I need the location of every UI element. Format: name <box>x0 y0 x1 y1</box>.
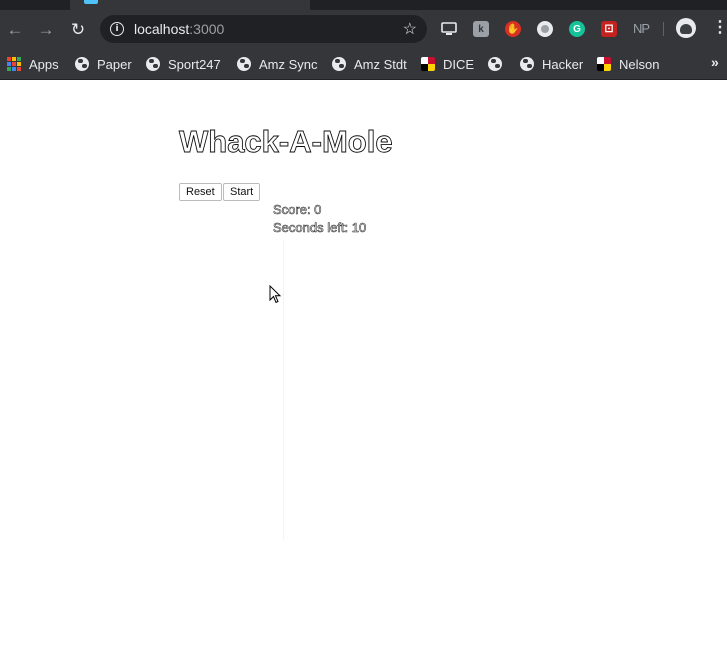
dice-extension-icon[interactable]: ⚀ <box>601 21 617 37</box>
globe-icon <box>75 57 89 71</box>
divider <box>283 240 284 540</box>
toolbar-separator <box>663 22 664 36</box>
stop-hand-extension-icon[interactable]: ✋ <box>505 21 521 37</box>
maryland-flag-icon <box>421 57 435 71</box>
seconds-left-display: Seconds left: 10 <box>273 220 367 236</box>
record-extension-icon[interactable] <box>537 21 553 37</box>
bookmark-label: Apps <box>29 56 59 72</box>
address-bar[interactable]: i localhost:3000 ☆ <box>100 15 427 43</box>
url-host: localhost <box>134 21 190 37</box>
grammarly-extension-icon[interactable]: G <box>569 21 585 37</box>
bookmark-label: Amz Sync <box>259 56 318 72</box>
bookmark-label: Sport247 <box>168 56 221 72</box>
tab-strip <box>0 0 727 10</box>
back-arrow-icon[interactable]: ← <box>4 18 26 40</box>
page-content: Whack-A-Mole Reset Start Score: 0 Second… <box>0 80 727 648</box>
bookmark-label: Hacker <box>542 56 584 72</box>
bookmark-label: Amz Stdt <box>354 56 407 72</box>
bookmark-amz-sync[interactable]: Amz Sync <box>237 54 318 74</box>
bookmarks-bar: Apps Paper Sport247 Amz Sync Amz Stdt DI… <box>0 48 727 80</box>
forward-arrow-icon[interactable]: → <box>35 18 57 40</box>
bookmark-label: Nelson <box>619 56 660 72</box>
browser-toolbar: ← → ↻ i localhost:3000 ☆ k ✋ G ⚀ NP ⋮ <box>0 10 727 48</box>
maryland-flag-icon <box>597 57 611 71</box>
bookmark-nelson[interactable]: Nelson <box>597 54 659 74</box>
bookmark-extension-icon[interactable]: k <box>473 21 489 37</box>
np-extension-icon[interactable]: NP <box>633 21 650 36</box>
active-tab[interactable] <box>70 0 310 10</box>
bookmark-untitled[interactable] <box>488 54 510 74</box>
profile-avatar[interactable] <box>676 18 696 38</box>
bookmark-hacker[interactable]: Hacker <box>520 54 583 74</box>
globe-icon <box>146 57 160 71</box>
reset-button[interactable]: Reset <box>179 183 222 201</box>
start-button[interactable]: Start <box>223 183 261 201</box>
monitor-extension-icon[interactable] <box>441 21 457 37</box>
globe-icon <box>332 57 346 71</box>
score-display: Score: 0 <box>273 202 322 218</box>
page-title: Whack-A-Mole <box>179 124 393 160</box>
globe-icon <box>488 57 502 71</box>
bookmark-label: DICE <box>443 56 475 72</box>
bookmark-dice[interactable]: DICE <box>421 54 474 74</box>
globe-icon <box>237 57 251 71</box>
bookmark-sport247[interactable]: Sport247 <box>146 54 221 74</box>
tab-favicon-icon <box>84 0 98 4</box>
bookmark-apps[interactable]: Apps <box>7 54 59 74</box>
globe-icon <box>520 57 534 71</box>
apps-grid-icon <box>7 57 21 71</box>
bookmark-label: Paper <box>97 56 132 72</box>
url-text[interactable]: localhost:3000 <box>134 21 224 37</box>
bookmark-paper[interactable]: Paper <box>75 54 132 74</box>
site-info-icon[interactable]: i <box>110 22 124 36</box>
reload-icon[interactable]: ↻ <box>67 18 89 40</box>
more-bookmarks-icon[interactable]: » <box>711 54 719 70</box>
url-port: :3000 <box>189 21 225 37</box>
menu-dots-icon[interactable]: ⋮ <box>712 18 727 38</box>
bookmark-amz-stdt[interactable]: Amz Stdt <box>332 54 407 74</box>
mouse-cursor-icon <box>269 284 283 310</box>
bookmark-star-icon[interactable]: ☆ <box>403 19 417 39</box>
